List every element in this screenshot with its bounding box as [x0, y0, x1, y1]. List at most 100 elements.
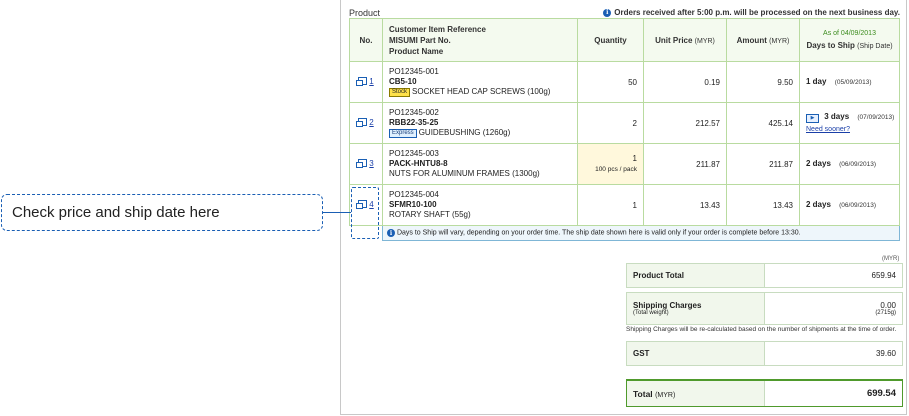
ship-cell: 2 days (06/09/2013)	[799, 143, 900, 185]
quantity-cell: 1	[577, 184, 644, 226]
header-unit-price-currency: (MYR)	[694, 37, 715, 45]
order-confirmation-panel: Product i Orders received after 5:00 p.m…	[340, 0, 907, 415]
row-number: 3	[369, 158, 374, 168]
summary-currency: (MYR)	[882, 256, 900, 262]
ship-cell: 2 days (06/09/2013)	[799, 184, 900, 226]
callout-connector	[323, 212, 351, 213]
total-weight-value: (2715g)	[875, 310, 896, 316]
header-no: No.	[349, 18, 383, 62]
grand-total-label-cell: Total (MYR)	[627, 381, 765, 406]
ship-note: i Days to Ship will vary, depending on y…	[382, 225, 900, 241]
header-description: Customer Item Reference MISUMI Part No. …	[382, 18, 578, 62]
quantity-cell: 1 100 pcs / pack	[577, 143, 644, 185]
table-row: 1 PO12345-001 CB5-10 Stock SOCKET HEAD CA…	[349, 61, 900, 103]
ship-cell: 1 day (05/09/2013)	[799, 61, 900, 103]
row-number-cell: 1	[349, 61, 383, 103]
product-name: ROTARY SHAFT (55g)	[389, 210, 471, 219]
description-cell: PO12345-001 CB5-10 Stock SOCKET HEAD CAP …	[382, 61, 578, 103]
total-weight-label: (Total weight)	[633, 310, 669, 316]
table-row: 3 PO12345-003 PACK-HNTU8-8 NUTS FOR ALUM…	[349, 143, 900, 185]
ship-note-text: Days to Ship will vary, depending on you…	[396, 229, 801, 237]
ship-days: 3 days	[824, 112, 850, 121]
info-icon: i	[387, 229, 395, 237]
order-cutoff-notice: i Orders received after 5:00 p.m. will b…	[603, 8, 900, 17]
header-amount-label: Amount	[736, 35, 767, 45]
header-customer-ref: Customer Item Reference	[389, 24, 486, 34]
ship-note-row: i Days to Ship will vary, depending on y…	[350, 225, 900, 241]
amount-cell: 425.14	[726, 102, 800, 144]
row-number: 1	[369, 76, 374, 86]
ship-date: (06/09/2013)	[839, 202, 877, 209]
description-cell: PO12345-004 SFMR10-100 ROTARY SHAFT (55g…	[382, 184, 578, 226]
gst-box: GST 39.60	[626, 341, 903, 366]
section-title: Product	[349, 8, 381, 18]
copy-icon	[356, 77, 368, 87]
unit-price-cell: 212.57	[643, 102, 727, 144]
shipping-label-cell: Shipping Charges (Total weight)	[627, 293, 765, 324]
shipping-recalc-note: Shipping Charges will be re-calculated b…	[626, 326, 897, 333]
part-number: CB5-10	[389, 77, 417, 86]
shipping-label: Shipping Charges	[633, 301, 702, 310]
quantity-cell: 2	[577, 102, 644, 144]
product-total-box: Product Total 659.94	[626, 263, 903, 288]
amount-cell: 13.43	[726, 184, 800, 226]
product-name: NUTS FOR ALUMINUM FRAMES (1300g)	[389, 169, 540, 178]
header-days-to-ship: As of 04/09/2013 Days to Ship (Ship Date…	[799, 18, 900, 62]
customer-ref: PO12345-001	[389, 67, 439, 76]
row-number-link[interactable]: 3	[356, 158, 374, 169]
header-quantity: Quantity	[577, 18, 644, 62]
customer-ref: PO12345-004	[389, 190, 439, 199]
ship-days: 2 days	[806, 159, 831, 168]
header-unit-price: Unit Price (MYR)	[643, 18, 727, 62]
grand-total-box: Total (MYR) 699.54	[626, 379, 903, 407]
table-header-row: No. Customer Item Reference MISUMI Part …	[349, 18, 900, 62]
product-name: SOCKET HEAD CAP SCREWS (100g)	[412, 87, 551, 96]
row-number-cell: 3	[349, 143, 383, 185]
row-number-link[interactable]: 2	[356, 117, 374, 128]
quantity-cell: 50	[577, 61, 644, 103]
grand-total-currency: (MYR)	[655, 391, 676, 399]
shipping-value-cell: 0.00 (2715g)	[765, 293, 902, 324]
header-product-name: Product Name	[389, 46, 444, 56]
ship-days: 1 day	[806, 77, 827, 86]
ship-days: 2 days	[806, 200, 831, 209]
gst-label: GST	[627, 342, 765, 365]
product-total-label: Product Total	[627, 264, 765, 287]
header-unit-price-label: Unit Price	[655, 35, 693, 45]
product-total-value: 659.94	[871, 271, 896, 280]
header-part-no: MISUMI Part No.	[389, 35, 451, 45]
row-number-highlight	[351, 187, 379, 239]
need-sooner-link[interactable]: Need sooner?	[806, 126, 850, 133]
product-table: No. Customer Item Reference MISUMI Part …	[349, 18, 900, 241]
header-amount: Amount (MYR)	[726, 18, 800, 62]
header-amount-currency: (MYR)	[769, 37, 790, 45]
unit-price-cell: 0.19	[643, 61, 727, 103]
express-truck-icon: ▶	[806, 114, 819, 123]
pack-note: 100 pcs / pack	[595, 166, 637, 173]
ship-date: (06/09/2013)	[839, 161, 877, 168]
info-icon: i	[603, 8, 612, 17]
as-of-date: As of 04/09/2013	[823, 29, 876, 37]
copy-icon	[356, 159, 368, 169]
ship-cell: ▶ 3 days (07/09/2013) Need sooner?	[799, 102, 900, 144]
row-number-link[interactable]: 1	[356, 76, 374, 87]
unit-price-cell: 13.43	[643, 184, 727, 226]
header-ship-date-sub: (Ship Date)	[857, 42, 893, 50]
part-number: PACK-HNTU8-8	[389, 159, 448, 168]
customer-ref: PO12345-003	[389, 149, 439, 158]
grand-total-value: 699.54	[866, 388, 896, 399]
grand-total-label: Total	[633, 388, 653, 399]
product-name: GUIDEBUSHING (1260g)	[418, 128, 511, 137]
shipping-charges-box: Shipping Charges (Total weight) 0.00 (27…	[626, 292, 903, 325]
ship-date: (07/09/2013)	[857, 114, 895, 121]
description-cell: PO12345-003 PACK-HNTU8-8 NUTS FOR ALUMIN…	[382, 143, 578, 185]
gst-value: 39.60	[875, 349, 896, 358]
callout-text: Check price and ship date here	[12, 204, 220, 221]
callout-box: Check price and ship date here	[1, 194, 323, 231]
quantity-value: 1	[632, 154, 637, 163]
description-cell: PO12345-002 RBB22-35-25 Express GUIDEBUSH…	[382, 102, 578, 144]
unit-price-cell: 211.87	[643, 143, 727, 185]
row-number: 2	[369, 117, 374, 127]
express-badge: Express	[389, 129, 417, 138]
table-row: 2 PO12345-002 RBB22-35-25 Express GUIDEBU…	[349, 102, 900, 144]
